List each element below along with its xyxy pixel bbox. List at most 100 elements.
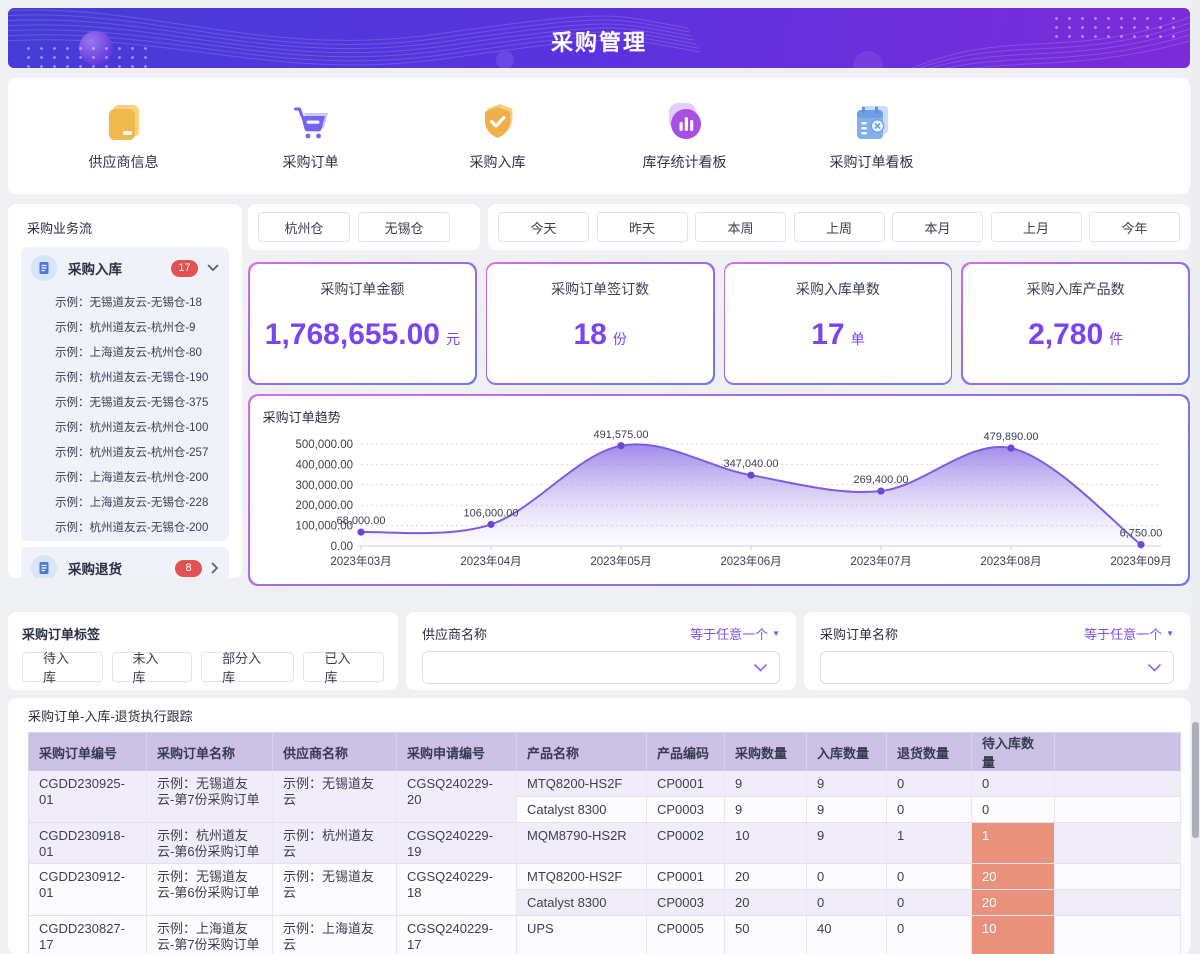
quick-link-5[interactable]: 采购订单看板 — [778, 100, 965, 172]
time-filter-button-3[interactable]: 本周 — [695, 212, 786, 242]
page-title: 采购管理 — [8, 25, 1190, 57]
cell-purchase-qty: 9 — [725, 771, 807, 796]
page-scrollbar-thumb[interactable] — [1192, 722, 1199, 838]
time-filter-button-7[interactable]: 今年 — [1089, 212, 1180, 242]
order-board-icon — [850, 100, 894, 144]
column-header — [1055, 733, 1181, 772]
order-tag-button-1[interactable]: 待入库 — [22, 652, 103, 682]
order-tag-button-2[interactable]: 未入库 — [112, 652, 193, 682]
kpi-card-3: 采购入库单数17单 — [724, 262, 953, 385]
sidebar-group-header-1[interactable]: 采购入库17 — [21, 247, 229, 289]
time-filter-button-2[interactable]: 昨天 — [597, 212, 688, 242]
warehouse-filter-button-2[interactable]: 无锡仓 — [358, 212, 450, 242]
time-filter-button-1[interactable]: 今天 — [498, 212, 589, 242]
sidebar-item[interactable]: 示例：上海道友云-杭州仓-80 — [21, 339, 229, 364]
sidebar-item[interactable]: 示例：杭州道友云-杭州仓-100 — [21, 414, 229, 439]
svg-text:2023年09月: 2023年09月 — [1110, 554, 1171, 568]
column-header: 退货数量 — [887, 733, 972, 772]
time-filter-button-6[interactable]: 上月 — [991, 212, 1082, 242]
cell-request-no: CGSQ240229-20 — [397, 771, 517, 822]
cell-inbound-qty: 0 — [807, 890, 887, 916]
count-badge: 8 — [175, 560, 202, 577]
cell-order-name: 示例：上海道友云-第7份采购订单 — [147, 916, 273, 954]
purchase-cart-icon — [289, 100, 333, 144]
svg-text:500,000.00: 500,000.00 — [295, 439, 353, 451]
sidebar-item[interactable]: 示例：上海道友云-无锡仓-228 — [21, 489, 229, 514]
order-name-select[interactable] — [820, 651, 1174, 684]
column-header: 产品编码 — [647, 733, 725, 772]
cell-pending-qty: 0 — [972, 771, 1055, 796]
cell-return-qty: 0 — [887, 796, 972, 822]
sidebar-item[interactable]: 示例：杭州道友云-无锡仓-190 — [21, 364, 229, 389]
order-tag-button-3[interactable]: 部分入库 — [201, 652, 294, 682]
sidebar-item[interactable]: 示例：无锡道友云-无锡仓-18 — [21, 289, 229, 314]
sidebar-group-header-2[interactable]: 采购退货 8 — [21, 547, 229, 578]
order-tag-button-4[interactable]: 已入库 — [303, 652, 384, 682]
column-header: 待入库数量 — [972, 733, 1055, 772]
cell-pending-qty: 20 — [972, 864, 1055, 890]
sidebar-item[interactable]: 示例：杭州道友云-杭州仓-257 — [21, 439, 229, 464]
cell-request-no: CGSQ240229-19 — [397, 822, 517, 864]
warehouse-filter-button-1[interactable]: 杭州仓 — [258, 212, 350, 242]
time-filter-button-5[interactable]: 本月 — [892, 212, 983, 242]
quick-link-3[interactable]: 采购入库 — [404, 100, 591, 172]
supplier-operator-dropdown[interactable]: 等于任意一个 ▼ — [690, 624, 780, 643]
cell-purchase-qty: 9 — [725, 796, 807, 822]
supplier-select[interactable] — [422, 651, 780, 684]
supplier-operator-value: 等于任意一个 — [690, 624, 768, 643]
time-filter-button-4[interactable]: 上周 — [794, 212, 885, 242]
cell-return-qty: 0 — [887, 864, 972, 890]
order-name-operator-dropdown[interactable]: 等于任意一个 ▼ — [1084, 624, 1174, 643]
cell-purchase-qty: 10 — [725, 822, 807, 864]
sidebar-group-label: 采购退货 — [68, 558, 122, 578]
quick-link-4[interactable]: 库存统计看板 — [591, 100, 778, 172]
cell-return-qty: 1 — [887, 822, 972, 864]
quick-link-2[interactable]: 采购订单 — [217, 100, 404, 172]
cell-order-no: CGDD230827-17 — [29, 916, 147, 954]
svg-text:6,750.00: 6,750.00 — [1119, 527, 1162, 539]
sidebar-group: 采购退货 8 — [21, 547, 229, 578]
cell-order-no: CGDD230918-01 — [29, 822, 147, 864]
cell-product-code: CP0005 — [647, 916, 725, 954]
cell-product-code: CP0001 — [647, 771, 725, 796]
cell-extra — [1055, 890, 1181, 916]
quick-links-bar: 供应商信息 采购订单采购入库库存统计看板采购订单看板 — [8, 78, 1190, 194]
kpi-unit: 件 — [1109, 321, 1123, 349]
sidebar-item[interactable]: 示例：杭州道友云-无锡仓-200 — [21, 514, 229, 539]
svg-text:269,400.00: 269,400.00 — [853, 474, 908, 486]
column-header: 供应商名称 — [273, 733, 397, 772]
sidebar-item[interactable]: 示例：杭州道友云-杭州仓-9 — [21, 314, 229, 339]
svg-text:347,040.00: 347,040.00 — [723, 458, 778, 470]
cell-pending-qty: 20 — [972, 890, 1055, 916]
sidebar-item[interactable]: 示例：无锡道友云-无锡仓-375 — [21, 389, 229, 414]
document-icon — [31, 555, 57, 578]
svg-text:491,575.00: 491,575.00 — [593, 429, 648, 441]
kpi-title: 采购订单签订数 — [551, 279, 649, 299]
kpi-value: 2,780 — [1028, 318, 1103, 352]
cell-extra — [1055, 771, 1181, 796]
cell-supplier: 示例：无锡道友云 — [273, 771, 397, 822]
supplier-folder-icon — [102, 100, 146, 144]
sidebar: 采购业务流 采购入库17示例：无锡道友云-无锡仓-18示例：杭州道友云-杭州仓-… — [8, 204, 242, 578]
cell-return-qty: 0 — [887, 771, 972, 796]
time-filter-bar: 今天昨天本周上周本月上月今年 — [488, 204, 1190, 250]
svg-text:479,890.00: 479,890.00 — [983, 431, 1038, 443]
triangle-down-icon: ▼ — [772, 629, 780, 638]
table-row: CGDD230925-01示例：无锡道友云-第7份采购订单示例：无锡道友云CGS… — [29, 771, 1181, 796]
sidebar-item[interactable]: 示例：上海道友云-杭州仓-200 — [21, 464, 229, 489]
svg-text:300,000.00: 300,000.00 — [295, 479, 353, 491]
kpi-row: 采购订单金额1,768,655.00元采购订单签订数18份采购入库单数17单采购… — [248, 262, 1190, 385]
quick-link-1[interactable]: 供应商信息 — [30, 100, 217, 172]
quick-link-label: 供应商信息 — [89, 152, 159, 172]
svg-text:2023年06月: 2023年06月 — [720, 554, 781, 568]
cell-return-qty: 0 — [887, 890, 972, 916]
cell-request-no: CGSQ240229-17 — [397, 916, 517, 954]
cell-order-no: CGDD230912-01 — [29, 864, 147, 916]
svg-text:68,000.00: 68,000.00 — [336, 515, 385, 527]
cell-extra — [1055, 864, 1181, 890]
page-banner: 采购管理 — [8, 8, 1190, 68]
tracking-table: 采购订单编号采购订单名称供应商名称采购申请编号产品名称产品编码采购数量入库数量退… — [28, 732, 1181, 954]
trend-chart: 500,000.00400,000.00300,000.00200,000.00… — [263, 428, 1177, 580]
cell-return-qty: 0 — [887, 916, 972, 954]
kpi-value: 17 — [811, 318, 844, 352]
